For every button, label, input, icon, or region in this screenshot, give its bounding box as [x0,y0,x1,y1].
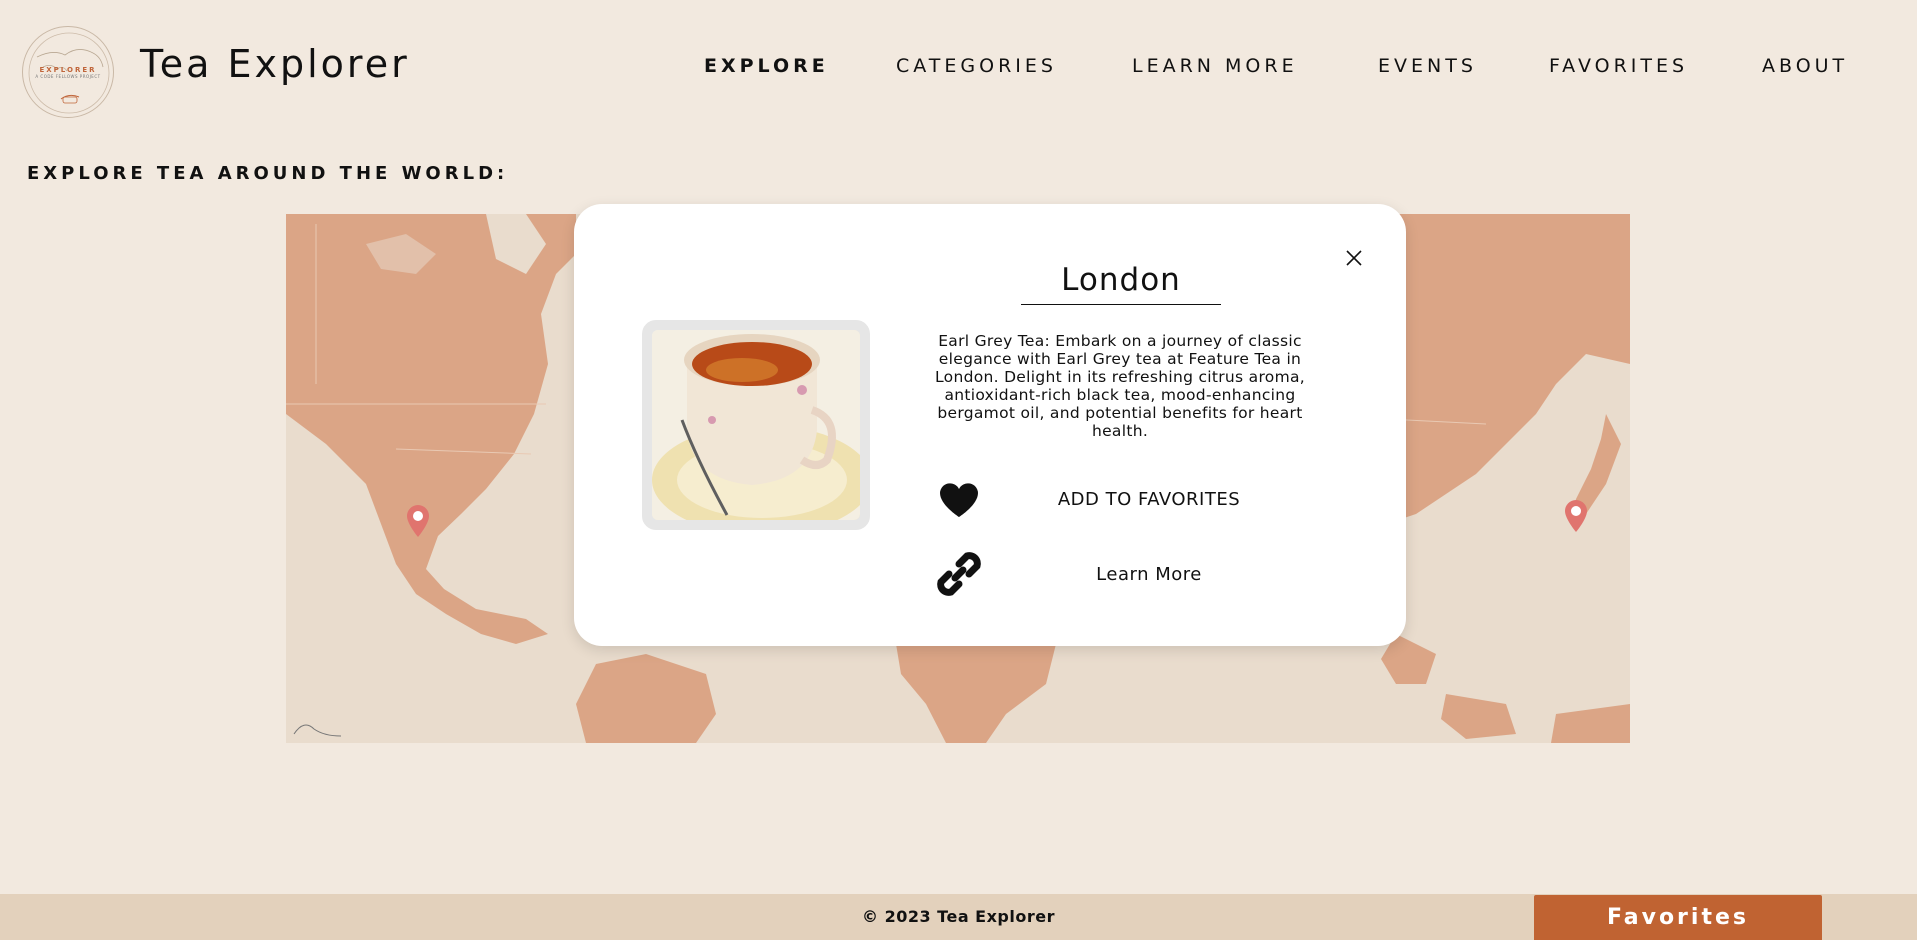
logo-subtext: A CODE FELLOWS PROJECT [35,73,101,79]
learn-more-link[interactable]: Learn More [929,544,1315,604]
link-icon [929,544,989,604]
nav-events[interactable]: EVENTS [1378,55,1477,77]
logo-text: EXPLORER [39,65,97,74]
nav-learn-more[interactable]: LEARN MORE [1132,55,1298,77]
location-modal: London Earl Grey Tea: Embark on a journe… [574,204,1406,646]
close-button[interactable] [1342,246,1366,270]
nav-favorites[interactable]: FAVORITES [1549,55,1688,77]
city-title: London [1021,262,1221,305]
site-header: EXPLORER A CODE FELLOWS PROJECT Tea Expl… [0,0,1917,140]
teacup-icon [652,330,860,520]
tea-description: Earl Grey Tea: Embark on a journey of cl… [935,332,1305,440]
add-to-favorites-label: ADD TO FAVORITES [1057,489,1241,510]
add-to-favorites-button[interactable]: ADD TO FAVORITES [929,470,1315,530]
nav-about[interactable]: ABOUT [1762,55,1848,77]
nav-categories[interactable]: CATEGORIES [896,55,1057,77]
section-title: EXPLORE TEA AROUND THE WORLD: [27,163,509,184]
heart-icon [929,470,989,530]
map-pin-icon[interactable] [1563,499,1589,533]
map-pin-icon[interactable] [405,504,431,538]
close-icon [1346,250,1362,266]
tea-photo-frame [642,320,870,530]
favorites-button[interactable]: Favorites [1534,895,1822,940]
teacup-photo [652,330,860,520]
nav-explore[interactable]: EXPLORE [704,55,829,77]
learn-more-label: Learn More [1096,564,1202,585]
main-nav: EXPLORE CATEGORIES LEARN MORE EVENTS FAV… [0,55,1917,79]
